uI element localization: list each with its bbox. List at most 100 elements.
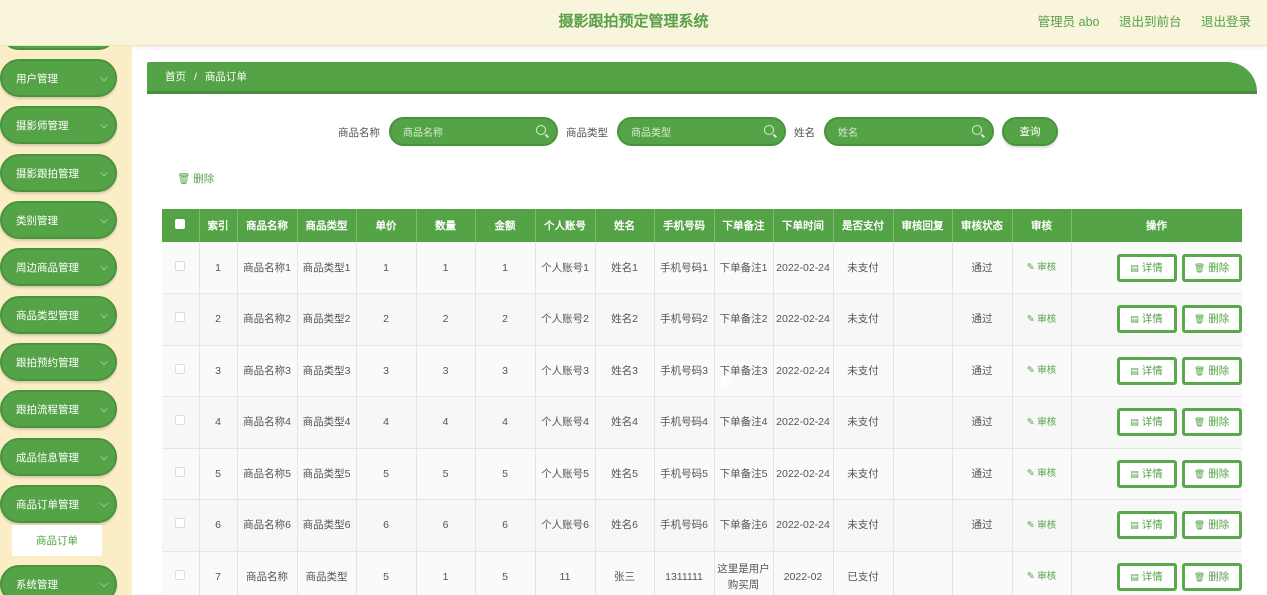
detail-button[interactable]: ▤ 详情 — [1116, 562, 1177, 591]
audit-link[interactable]: ✎ 审核 — [1027, 520, 1057, 531]
sidebar-item-bookings[interactable]: 跟拍预约管理 ⌵ — [0, 343, 117, 381]
person-name-input[interactable]: 姓名 — [824, 117, 994, 146]
row-checkbox[interactable] — [175, 466, 186, 477]
detail-button[interactable]: ▤ 详情 — [1116, 511, 1177, 540]
row-select-cell[interactable] — [162, 448, 200, 500]
delete-button[interactable]: 🗑 删除 — [1181, 356, 1242, 385]
audit-link[interactable]: ✎ 审核 — [1027, 468, 1057, 479]
cell-product-name: 商品名称6 — [237, 499, 298, 552]
chevron-down-icon: ⌵ — [100, 498, 108, 510]
row-checkbox[interactable] — [175, 518, 186, 529]
document-icon: ▤ — [1130, 262, 1139, 273]
detail-button[interactable]: ▤ 详情 — [1116, 356, 1177, 385]
delete-button[interactable]: 🗑 删除 — [1181, 459, 1242, 488]
breadcrumb-home[interactable]: 首页 — [165, 69, 186, 84]
select-all-checkbox[interactable] — [175, 219, 186, 229]
detail-button[interactable]: ▤ 详情 — [1116, 459, 1177, 488]
table-row: 7 商品名称 商品类型 5 1 5 11 张三 1311111 这里是用户购买周 2022-02 已支… — [162, 551, 1242, 595]
top-links: 管理员 abo 退出到前台 退出登录 — [1022, 11, 1251, 30]
sidebar-item-orders[interactable]: 商品订单管理 ⌵ — [0, 485, 117, 523]
cell-phone: 手机号码4 — [654, 396, 715, 449]
audit-link[interactable]: ✎ 审核 — [1027, 262, 1057, 273]
row-select-cell[interactable] — [162, 551, 200, 595]
sidebar-item-process[interactable]: 跟拍流程管理 ⌵ — [0, 390, 117, 428]
sidebar-item-product-types[interactable]: 商品类型管理 ⌵ — [0, 296, 117, 334]
product-name-label: 商品名称 — [338, 127, 380, 139]
sidebar-item-categories[interactable]: 类别管理 ⌵ — [0, 201, 117, 239]
delete-button[interactable]: 🗑 删除 — [1181, 408, 1242, 437]
select-all-cell[interactable] — [162, 209, 200, 242]
product-type-placeholder: 商品类型 — [631, 128, 671, 139]
row-checkbox[interactable] — [175, 363, 186, 374]
sidebar-subitem-product-orders[interactable]: 商品订单 — [12, 525, 102, 556]
row-select-cell[interactable] — [162, 396, 200, 449]
cell-product-name: 商品名称 — [237, 551, 298, 595]
detail-button[interactable]: ▤ 详情 — [1116, 408, 1177, 437]
trash-icon: 🗑 — [177, 173, 191, 185]
detail-button[interactable]: ▤ 详情 — [1116, 305, 1177, 334]
cell-account: 个人账号6 — [535, 499, 596, 552]
row-checkbox[interactable] — [175, 312, 186, 323]
audit-link[interactable]: ✎ 审核 — [1027, 365, 1057, 376]
cell-product-type: 商品类型3 — [297, 345, 357, 397]
cell-account: 个人账号1 — [535, 242, 596, 294]
person-name-label: 姓名 — [794, 127, 815, 139]
delete-button[interactable]: 🗑 删除 — [1181, 511, 1242, 540]
row-checkbox[interactable] — [175, 260, 186, 271]
sidebar-item-system[interactable]: 系统管理 ⌵ — [0, 565, 117, 595]
detail-label: 详情 — [1141, 313, 1163, 326]
cell-index: 3 — [199, 345, 238, 397]
trash-icon: 🗑 — [1193, 262, 1206, 273]
admin-user-link[interactable]: 管理员 abo — [1038, 15, 1100, 29]
sidebar-top-cap — [0, 46, 117, 50]
sidebar-item-merch[interactable]: 周边商品管理 ⌵ — [0, 248, 117, 286]
person-name-placeholder: 姓名 — [838, 128, 858, 139]
batch-delete-button[interactable]: 🗑 删除 — [177, 171, 214, 186]
delete-button[interactable]: 🗑 删除 — [1181, 253, 1242, 282]
row-select-cell[interactable] — [162, 499, 200, 552]
audit-link[interactable]: ✎ 审核 — [1027, 417, 1057, 428]
col-header-product-type: 商品类型 — [297, 209, 357, 242]
sidebar-item-label: 系统管理 — [16, 578, 58, 591]
cell-product-name: 商品名称2 — [237, 293, 298, 346]
row-select-cell[interactable] — [162, 345, 200, 397]
row-checkbox[interactable] — [175, 569, 186, 580]
trash-icon: 🗑 — [1193, 571, 1206, 582]
logout-link[interactable]: 退出登录 — [1201, 15, 1251, 29]
breadcrumb-separator: / — [194, 70, 197, 83]
cell-note: 下单备注1 — [714, 242, 774, 294]
product-name-input[interactable]: 商品名称 — [389, 117, 558, 146]
exit-to-front-link[interactable]: 退出到前台 — [1119, 15, 1182, 29]
product-type-input[interactable]: 商品类型 — [617, 117, 786, 146]
sidebar-item-follow-shoot[interactable]: 摄影跟拍管理 ⌵ — [0, 154, 117, 192]
cell-note: 下单备注2 — [714, 293, 774, 346]
cell-person: 姓名6 — [595, 499, 655, 552]
detail-label: 详情 — [1141, 261, 1163, 274]
cell-audit: ✎ 审核 — [1012, 551, 1072, 595]
edit-icon: ✎ — [1026, 313, 1035, 325]
sidebar-item-label: 成品信息管理 — [16, 451, 79, 464]
sidebar-item-users[interactable]: 用户管理 ⌵ — [0, 59, 117, 97]
cell-account: 个人账号4 — [535, 396, 596, 449]
table-row: 5 商品名称5 商品类型5 5 5 5 个人账号5 姓名5 手机号码5 下单备注5 2022-02-… — [162, 448, 1242, 500]
cell-price: 5 — [356, 551, 417, 595]
row-select-cell[interactable] — [162, 242, 200, 294]
trash-icon: 🗑 — [1193, 520, 1206, 531]
cell-product-type: 商品类型4 — [297, 396, 357, 449]
edit-icon: ✎ — [1026, 262, 1035, 273]
cell-person: 张三 — [595, 551, 655, 595]
edit-icon: ✎ — [1026, 571, 1035, 583]
audit-link[interactable]: ✎ 审核 — [1027, 314, 1057, 325]
edit-icon: ✎ — [1026, 468, 1035, 480]
delete-button[interactable]: 🗑 删除 — [1181, 562, 1242, 591]
sidebar-item-finished[interactable]: 成品信息管理 ⌵ — [0, 438, 117, 476]
chevron-down-icon: ⌵ — [100, 451, 108, 463]
audit-link[interactable]: ✎ 审核 — [1027, 571, 1057, 582]
detail-button[interactable]: ▤ 详情 — [1116, 253, 1177, 282]
row-checkbox[interactable] — [175, 415, 186, 426]
row-select-cell[interactable] — [162, 293, 200, 346]
cell-phone: 手机号码6 — [654, 499, 715, 552]
cell-paid: 未支付 — [833, 448, 894, 500]
delete-button[interactable]: 🗑 删除 — [1181, 305, 1242, 334]
query-button[interactable]: 查询 — [1002, 117, 1058, 146]
